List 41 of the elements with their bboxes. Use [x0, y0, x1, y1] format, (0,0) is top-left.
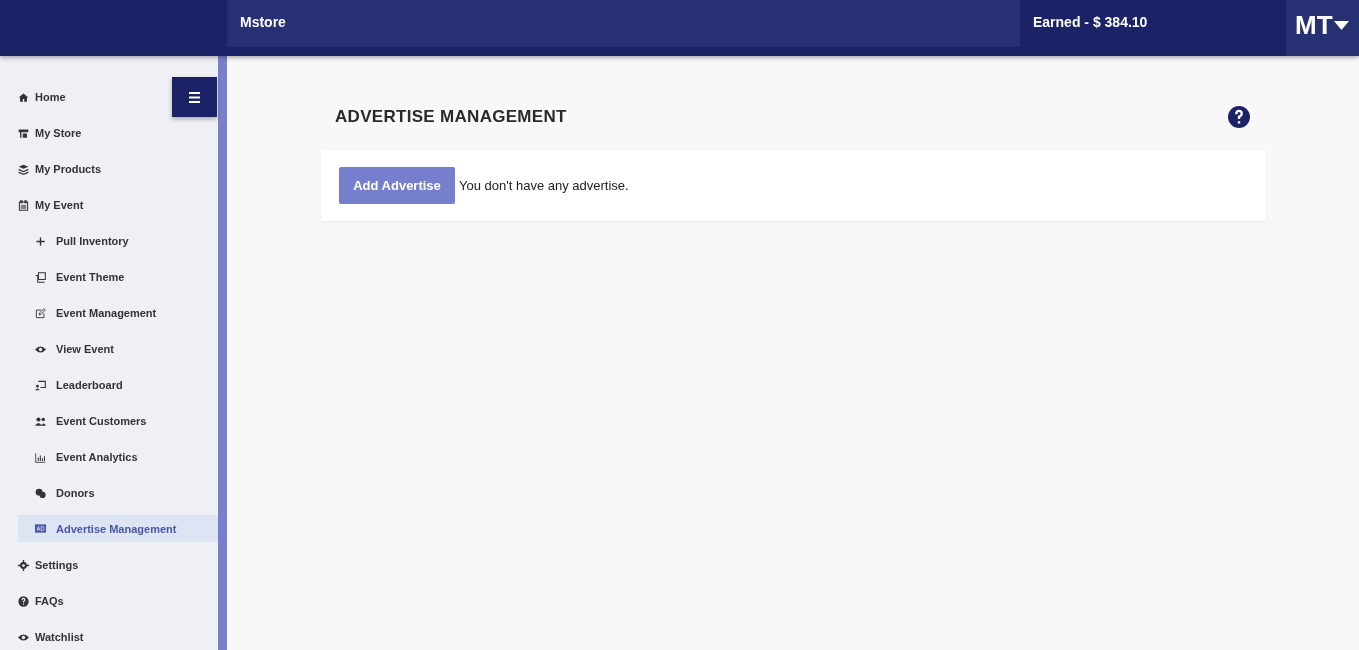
sidebar-item[interactable]: Event Customers: [0, 403, 218, 439]
sidebar-item[interactable]: Event Analytics: [0, 439, 218, 475]
help-icon: [18, 595, 29, 607]
sidebar-item[interactable]: My Products: [0, 151, 218, 187]
empty-message: You don't have any advertise.: [459, 178, 629, 193]
sidebar-item[interactable]: Settings: [0, 547, 218, 583]
app-title: Mstore: [227, 0, 1020, 47]
sidebar-item[interactable]: View Event: [0, 331, 218, 367]
ad-icon: [35, 523, 46, 534]
caret-icon: [1333, 21, 1349, 30]
sidebar-item[interactable]: Event Management: [0, 295, 218, 331]
sidebar-item[interactable]: Pull Inventory: [0, 223, 218, 259]
add-advertise-button[interactable]: Add Advertise: [339, 167, 455, 204]
calendar-icon: [18, 199, 29, 211]
sidebar-item[interactable]: Advertise Management: [18, 515, 218, 542]
sidebar-item[interactable]: Donors: [0, 475, 218, 511]
copy-icon: [35, 271, 46, 283]
chart-icon: [35, 451, 46, 463]
eye-icon: [18, 631, 29, 643]
board-icon: [35, 379, 46, 391]
eye-icon: [35, 343, 46, 355]
store-icon: [18, 127, 29, 139]
sidebar-item[interactable]: My Event: [0, 187, 218, 223]
user-menu[interactable]: MT: [1286, 0, 1359, 56]
edit-icon: [35, 307, 46, 319]
home-icon: [18, 91, 29, 103]
page-heading: ADVERTISE MANAGEMENT: [335, 106, 567, 127]
sidebar-item[interactable]: Watchlist: [0, 619, 218, 650]
earnings-text: Earned - $ 384.10: [1032, 13, 1149, 32]
sidebar-item[interactable]: My Store: [0, 115, 218, 151]
menu-icon: [189, 91, 200, 103]
plus-icon: [35, 235, 46, 247]
users-icon: [35, 415, 46, 427]
layers-icon: [18, 163, 29, 175]
sidebar-item[interactable]: Leaderboard: [0, 367, 218, 403]
help-icon[interactable]: [1228, 105, 1250, 128]
sidebar-item[interactable]: FAQs: [0, 583, 218, 619]
scrollbar[interactable]: [218, 56, 227, 650]
menu-button[interactable]: [172, 77, 217, 117]
sidebar-item[interactable]: Home: [0, 79, 218, 115]
sidebar-item[interactable]: Event Theme: [0, 259, 218, 295]
